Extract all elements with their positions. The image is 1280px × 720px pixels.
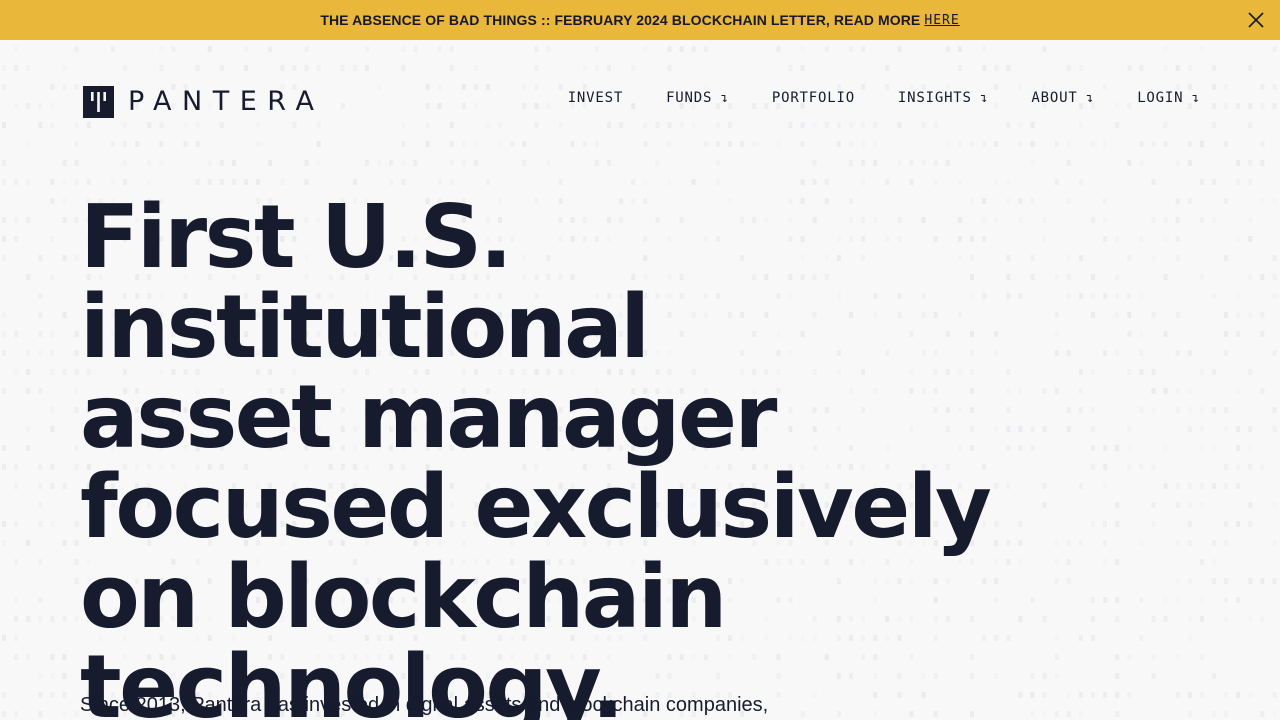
brand-wordmark: PANTERA: [128, 86, 325, 117]
nav-item-insights[interactable]: INSIGHTS ↴: [898, 90, 988, 106]
hero-headline: First U.S. institutional asset manager f…: [80, 192, 1080, 720]
dropdown-arrow-icon: ↴: [1085, 91, 1095, 106]
hero-subtitle: Since 2013, Pantera has invested in digi…: [80, 694, 769, 716]
hero-headline-line: asset manager: [80, 366, 777, 468]
nav-label: LOGIN: [1137, 90, 1184, 106]
nav-label: INVEST: [567, 90, 624, 106]
nav-item-invest[interactable]: INVEST: [568, 90, 623, 106]
announcement-link[interactable]: HERE: [924, 13, 959, 28]
nav-item-portfolio[interactable]: PORTFOLIO: [772, 90, 855, 106]
site-header: PANTERA INVEST FUNDS ↴ PORTFOLIO INSIGHTS…: [0, 40, 1280, 160]
announcement-text: THE ABSENCE OF BAD THINGS :: FEBRUARY 20…: [320, 12, 921, 28]
dropdown-arrow-icon: ↴: [720, 91, 729, 106]
pantera-logo-mark-icon: [83, 86, 114, 118]
dropdown-arrow-icon: ↴: [979, 91, 989, 106]
page: THE ABSENCE OF BAD THINGS :: FEBRUARY 20…: [0, 0, 1280, 720]
brand-logo[interactable]: PANTERA: [83, 86, 324, 118]
hero-section: First U.S. institutional asset manager f…: [80, 192, 1080, 720]
nav-label: ABOUT: [1031, 90, 1078, 106]
nav-item-about[interactable]: ABOUT ↴: [1031, 90, 1094, 106]
nav-item-login[interactable]: LOGIN ↴: [1137, 90, 1200, 106]
main-nav: INVEST FUNDS ↴ PORTFOLIO INSIGHTS ↴ ABOUT ↴…: [568, 90, 1200, 106]
hero-headline-line: First U.S. institutional: [80, 186, 650, 378]
close-icon[interactable]: [1246, 10, 1266, 30]
dropdown-arrow-icon: ↴: [1191, 91, 1200, 106]
nav-label: FUNDS: [666, 90, 713, 106]
announcement-bar: THE ABSENCE OF BAD THINGS :: FEBRUARY 20…: [0, 0, 1280, 40]
nav-item-funds[interactable]: FUNDS ↴: [666, 90, 729, 106]
hero-headline-line: on blockchain: [80, 546, 727, 648]
hero-headline-line: focused exclusively: [80, 456, 992, 558]
nav-label: PORTFOLIO: [771, 90, 855, 106]
nav-label: INSIGHTS: [897, 90, 972, 106]
